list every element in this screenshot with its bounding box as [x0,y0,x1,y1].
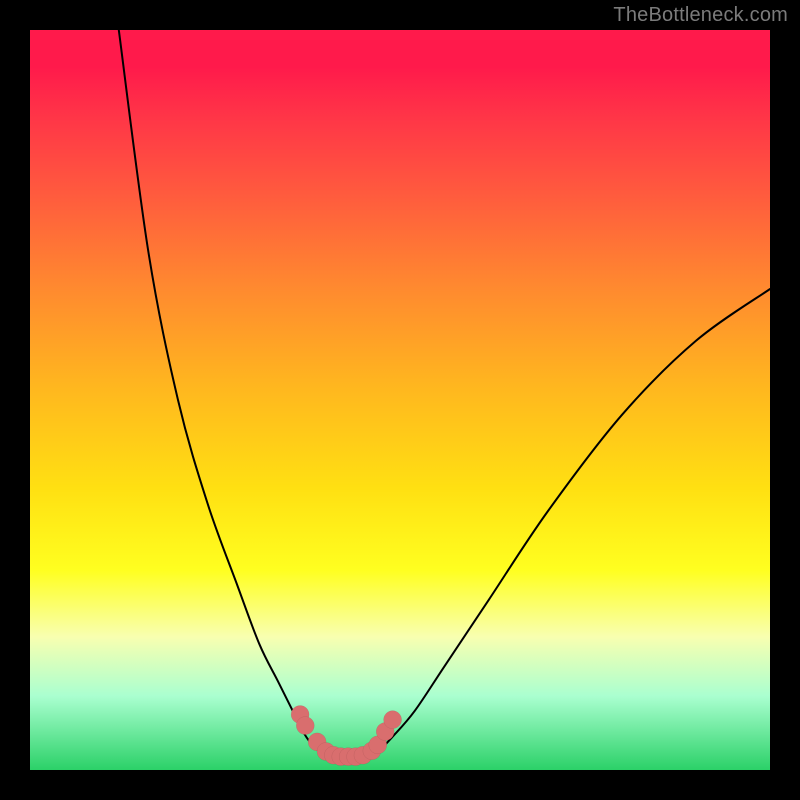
chart-frame: TheBottleneck.com [0,0,800,800]
annotation-layer [30,30,770,770]
annotation-dots [291,706,402,766]
annotation-dot [384,711,402,729]
annotation-dot [296,717,314,735]
plot-area [30,30,770,770]
watermark: TheBottleneck.com [613,4,788,27]
